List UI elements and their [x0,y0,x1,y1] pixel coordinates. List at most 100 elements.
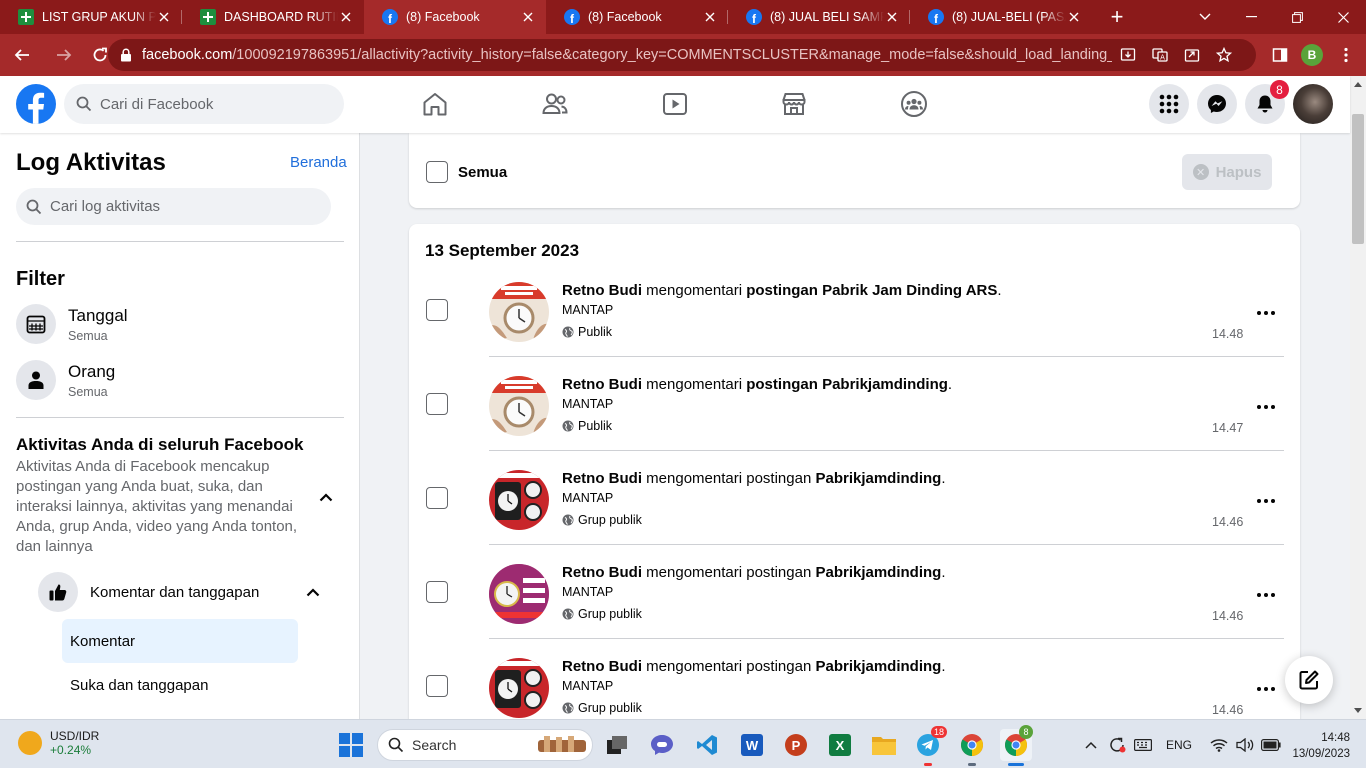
row-checkbox[interactable] [426,487,448,509]
tab-close-icon[interactable] [156,9,172,25]
chrome-active-icon[interactable]: 8 [1000,725,1033,766]
side-panel-icon[interactable] [1264,39,1296,71]
post-thumbnail[interactable] [489,376,549,436]
restore-button[interactable] [1274,0,1320,34]
windows-start-icon[interactable] [339,733,363,757]
post-thumbnail[interactable] [489,564,549,624]
browser-tab-active[interactable]: f (8) Facebook [364,0,546,34]
row-checkbox[interactable] [426,675,448,697]
chrome-profile-icon[interactable] [956,729,988,766]
telegram-icon[interactable]: 18 [912,726,947,766]
category-comments-reactions[interactable]: Komentar dan tanggapan [38,570,320,614]
scrollbar-thumb[interactable] [1352,114,1364,244]
select-all-checkbox[interactable] [426,161,448,183]
browser-tab[interactable]: f (8) Facebook [546,0,728,34]
keyboard-icon[interactable] [1130,732,1156,758]
nav-friends-icon[interactable] [535,84,575,124]
browser-tab[interactable]: f (8) JUAL BELI SAMPANG [728,0,910,34]
activity-row[interactable]: Retno Budi mengomentari postingan Pabrik… [409,462,1300,556]
delete-button[interactable]: ✕ Hapus [1182,154,1272,190]
more-options-icon[interactable] [1254,301,1278,325]
row-checkbox[interactable] [426,299,448,321]
filter-date[interactable]: Tanggal Semua [16,300,344,348]
install-app-icon[interactable] [1112,39,1144,71]
actor-name[interactable]: Retno Budi [562,282,642,299]
row-checkbox[interactable] [426,581,448,603]
browser-tab[interactable]: LIST GRUP AKUN PABRIK [0,0,182,34]
actor-name[interactable]: Retno Budi [562,376,642,393]
filter-person[interactable]: Orang Semua [16,356,344,404]
activity-row[interactable]: Retno Budi mengomentari postingan Pabrik… [409,556,1300,650]
collapse-chevron-up-icon[interactable] [306,587,320,597]
activity-row[interactable]: Retno Budi mengomentari postingan Pabrik… [409,274,1300,368]
post-thumbnail[interactable] [489,658,549,718]
more-options-icon[interactable] [1254,395,1278,419]
activity-row[interactable]: Retno Budi mengomentari postingan Pabrik… [409,368,1300,462]
object-name[interactable]: Pabrikjamdinding [815,564,941,581]
post-thumbnail[interactable] [489,282,549,342]
more-options-icon[interactable] [1254,583,1278,607]
back-button[interactable] [6,39,38,71]
forward-button[interactable] [48,39,80,71]
sub-item-komentar[interactable]: Komentar [62,619,298,663]
tab-close-icon[interactable] [338,9,354,25]
chrome-menu-icon[interactable] [1330,39,1362,71]
object-name[interactable]: Pabrikjamdinding [822,376,948,393]
new-tab-button[interactable]: + [1100,0,1134,34]
wifi-icon[interactable] [1206,732,1232,758]
object-name[interactable]: Pabrikjamdinding [815,658,941,675]
taskbar-search[interactable]: Search [377,729,593,761]
browser-tab[interactable]: DASHBOARD RUTINITAS [182,0,364,34]
tab-search-icon[interactable] [1182,0,1228,34]
profile-button[interactable]: B [1296,39,1328,71]
lock-icon[interactable] [120,48,132,62]
tab-close-icon[interactable] [1066,9,1082,25]
word-icon[interactable]: W [736,729,768,761]
account-avatar[interactable] [1293,84,1333,124]
language-indicator[interactable]: ENG [1166,738,1192,752]
address-bar[interactable]: facebook.com/100092197863951/allactivity… [108,39,1256,71]
activity-row[interactable]: Retno Budi mengomentari postingan Pabrik… [409,650,1300,719]
scroll-down-icon[interactable] [1354,708,1362,713]
actor-name[interactable]: Retno Budi [562,564,642,581]
select-all-label[interactable]: Semua [458,164,507,181]
clock[interactable]: 14:48 13/09/2023 [1288,730,1350,762]
tab-close-icon[interactable] [520,9,536,25]
bookmark-star-icon[interactable] [1208,39,1240,71]
nav-video-icon[interactable] [655,84,695,124]
page-scrollbar[interactable] [1350,76,1366,719]
sync-icon[interactable] [1104,732,1130,758]
browser-tab[interactable]: f (8) JUAL-BELI (PASAR MADURA) [910,0,1092,34]
translate-icon[interactable]: A [1144,39,1176,71]
sub-item-suka-tanggapan[interactable]: Suka dan tanggapan [62,663,298,707]
chevron-up-icon[interactable] [1078,732,1104,758]
scroll-up-icon[interactable] [1354,82,1362,87]
teams-chat-icon[interactable] [646,729,678,761]
file-explorer-icon[interactable] [868,729,900,761]
task-view-icon[interactable] [601,729,633,761]
nav-home-icon[interactable] [415,84,455,124]
actor-name[interactable]: Retno Budi [562,470,642,487]
volume-icon[interactable] [1232,732,1258,758]
row-checkbox[interactable] [426,393,448,415]
battery-icon[interactable] [1258,732,1284,758]
facebook-logo-icon[interactable] [16,84,56,124]
powerpoint-icon[interactable]: P [780,729,812,761]
tab-close-icon[interactable] [702,9,718,25]
menu-grid-button[interactable] [1149,84,1189,124]
messenger-button[interactable] [1197,84,1237,124]
stock-widget[interactable]: USD/IDR +0.24% [18,729,99,757]
vscode-icon[interactable] [691,729,723,761]
new-message-button[interactable] [1285,656,1333,704]
home-link[interactable]: Beranda [290,154,347,171]
share-icon[interactable] [1176,39,1208,71]
url-text[interactable]: facebook.com/100092197863951/allactivity… [142,47,1112,63]
minimize-button[interactable] [1228,0,1274,34]
more-options-icon[interactable] [1254,489,1278,513]
nav-groups-icon[interactable] [894,84,934,124]
close-window-button[interactable] [1320,0,1366,34]
post-thumbnail[interactable] [489,470,549,530]
excel-icon[interactable]: X [824,729,856,761]
more-options-icon[interactable] [1254,677,1278,701]
object-name[interactable]: Pabrik Jam Dinding ARS [822,282,997,299]
